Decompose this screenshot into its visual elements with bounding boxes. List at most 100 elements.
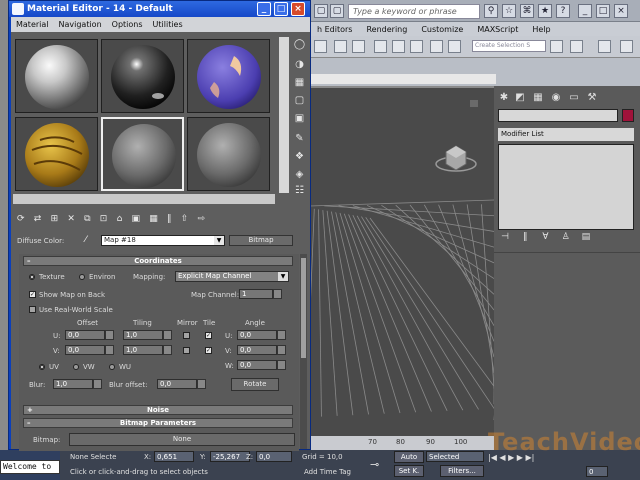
sample-slot[interactable] [187,39,270,113]
add-time-tag[interactable]: Add Time Tag [304,468,351,476]
background-icon[interactable]: ▦ [293,76,306,89]
menu-item-customize[interactable]: Customize [414,25,470,34]
slots-vertical-scrollbar[interactable] [279,37,289,193]
noise-rollout-header[interactable]: + Noise [23,405,293,415]
menu-item-maxscript[interactable]: MAXScript [470,25,525,34]
show-end-result-icon[interactable]: ‖ [167,214,172,224]
chevron-down-icon[interactable]: ▼ [214,236,224,245]
uv-radio[interactable] [39,364,45,370]
menu-item-help[interactable]: Help [525,25,557,34]
blur-offset-spinner[interactable]: 0,0 [157,379,206,389]
modify-tab-icon[interactable]: ◩ [514,92,526,104]
go-to-parent-icon[interactable]: ⇧ [181,214,189,224]
slots-horizontal-scrollbar[interactable] [13,194,275,204]
spinner-arrows-icon[interactable] [273,289,282,299]
tiling-v-spinner[interactable]: 1,0 [123,345,172,355]
material-effects-icon[interactable]: ▣ [132,214,141,224]
backlight-icon[interactable]: ◑ [293,58,306,71]
perspective-viewport[interactable] [310,88,494,436]
spinner-arrows-icon[interactable] [277,330,286,340]
x-coordinate[interactable]: 0,651 [154,451,194,462]
y-coordinate[interactable]: -25,267 [210,451,250,462]
sample-type-icon[interactable]: ◯ [293,38,306,51]
bitmap-file-button[interactable]: None [69,433,295,446]
copy-material-icon[interactable]: ⧉ [84,214,90,224]
maximize-icon[interactable]: □ [596,4,610,18]
tile-v-checkbox[interactable]: ✓ [205,347,212,354]
tiling-u-spinner[interactable]: 1,0 [123,330,172,340]
show-map-on-back-checkbox[interactable]: ✓ [29,291,36,298]
spinner-arrows-icon[interactable] [277,345,286,355]
sample-slot[interactable] [101,39,184,113]
real-world-scale-checkbox[interactable] [29,306,36,313]
material-editor-titlebar[interactable]: Material Editor - 14 - Default _ □ × [9,1,310,17]
go-forward-sibling-icon[interactable]: ⇨ [198,214,206,224]
make-preview-icon[interactable]: ✎ [293,132,306,145]
environ-radio[interactable] [79,274,85,280]
timeline-ruler[interactable]: 70 80 90 100 [310,436,494,450]
spinner-arrows-icon[interactable] [93,379,102,389]
texture-radio[interactable] [29,274,35,280]
search-input[interactable]: Type a keyword or phrase [348,4,480,19]
spinner-arrows-icon[interactable] [163,345,172,355]
coordinates-rollout-header[interactable]: – Coordinates [23,256,293,266]
object-name-field[interactable] [498,109,618,122]
chevron-down-icon[interactable]: ▼ [278,272,288,281]
mirror-u-checkbox[interactable] [183,332,190,339]
maxscript-listener[interactable]: Welcome to [0,460,60,474]
auto-key-button[interactable]: Auto [394,451,424,463]
show-end-result-icon[interactable]: ‖ [518,232,532,244]
sample-uv-tiling-icon[interactable]: ▢ [293,94,306,107]
viewcube-icon[interactable] [435,145,477,172]
remove-modifier-icon[interactable]: ♙ [559,232,573,244]
rotate-button[interactable]: Rotate [231,378,279,391]
reset-map-icon[interactable]: ✕ [67,214,75,224]
rotate-icon[interactable] [334,40,347,53]
map-name-field[interactable]: Map #18 ▼ [101,235,225,246]
angle-snap-icon[interactable] [392,40,405,53]
close-button[interactable]: × [291,2,305,16]
wu-radio[interactable] [109,364,115,370]
edit-named-sel-icon[interactable] [448,40,461,53]
options-icon[interactable]: ❖ [293,150,306,163]
pin-stack-icon[interactable]: ⊣ [498,232,512,244]
modifier-stack[interactable] [498,144,634,230]
named-selection-set[interactable]: Create Selection S [472,40,546,52]
angle-w-spinner[interactable]: 0,0 [237,360,286,370]
modifier-list-dropdown[interactable]: Modifier List [498,128,634,141]
z-coordinate[interactable]: 0,0 [256,451,292,462]
configure-sets-icon[interactable]: ▤ [579,232,593,244]
menu-options[interactable]: Options [107,20,148,29]
network-icon[interactable]: ⌘ [520,4,534,18]
menu-utilities[interactable]: Utilities [148,20,188,29]
toolbar-square-icon[interactable]: ▢ [330,4,344,18]
spinner-arrows-icon[interactable] [105,330,114,340]
bitmap-parameters-rollout-header[interactable]: – Bitmap Parameters [23,418,293,428]
map-channel-spinner[interactable]: 1 [239,289,282,299]
get-material-icon[interactable]: ⟳ [17,214,25,224]
blur-spinner[interactable]: 1,0 [53,379,102,389]
mapping-dropdown[interactable]: Explicit Map Channel ▼ [175,271,289,282]
put-to-library-icon[interactable]: ⌂ [117,214,123,224]
sample-slot[interactable] [187,117,270,191]
key-filters-button[interactable]: Filters... [440,465,484,477]
object-color-swatch[interactable] [622,109,634,122]
spinner-arrows-icon[interactable] [105,345,114,355]
menu-item-editors[interactable]: h Editors [310,25,359,34]
menu-material[interactable]: Material [11,20,54,29]
show-map-in-viewport-icon[interactable]: ▦ [149,214,158,224]
angle-v-spinner[interactable]: 0,0 [237,345,286,355]
set-key-button[interactable]: Set K. [394,465,424,477]
layer-icon[interactable] [598,40,611,53]
map-type-button[interactable]: Bitmap [229,235,293,246]
minimize-button[interactable]: _ [257,2,271,16]
sample-slot[interactable] [15,117,98,191]
assign-material-icon[interactable]: ⊞ [51,214,59,224]
align-icon[interactable] [570,40,583,53]
tile-u-checkbox[interactable]: ✓ [205,332,212,339]
rollup-scrollbar[interactable] [300,254,307,449]
star-icon[interactable]: ☆ [502,4,516,18]
offset-u-spinner[interactable]: 0,0 [65,330,114,340]
help-icon[interactable]: ? [556,4,570,18]
close-icon[interactable]: × [614,4,628,18]
